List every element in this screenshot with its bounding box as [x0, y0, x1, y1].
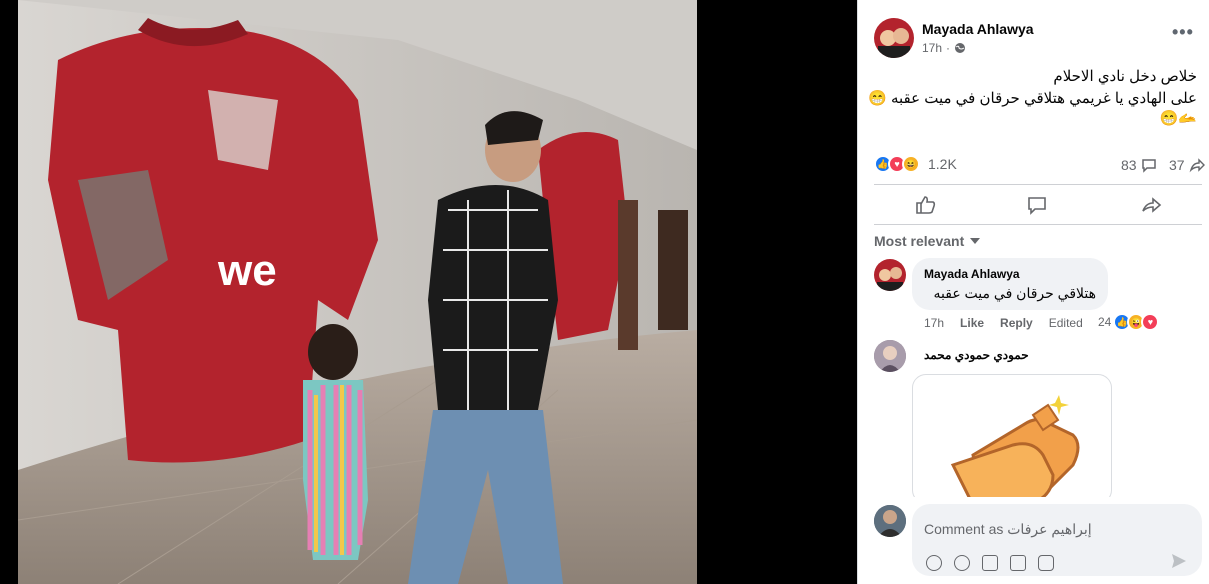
composer-tools: [926, 555, 1054, 571]
author-avatar[interactable]: [874, 18, 914, 58]
share-arrow-icon: [1189, 158, 1205, 173]
comment-reaction-count: 24: [1098, 315, 1112, 329]
comment-reply-button[interactable]: Reply: [1000, 316, 1033, 330]
comment-author[interactable]: حمودي حمودي محمد: [924, 348, 1029, 362]
comment-composer: Comment as إبراهيم عرفات: [858, 497, 1209, 584]
comment-reactions[interactable]: 24 👍 😜 ♥: [1098, 313, 1160, 331]
svg-text:we: we: [217, 246, 277, 295]
comment-button[interactable]: [1026, 195, 1050, 215]
post-text-line2-body: على الهادي يا غريمي هتلاقي حرقان في ميت …: [890, 90, 1197, 107]
commenter-avatar[interactable]: [874, 340, 906, 372]
emoji-icon[interactable]: [954, 555, 970, 571]
send-icon[interactable]: [1170, 552, 1188, 570]
like-button[interactable]: [915, 195, 939, 215]
comment-sort-dropdown[interactable]: Most relevant: [874, 233, 981, 249]
globe-icon: [955, 43, 966, 53]
grin-emoji: 😁: [868, 90, 887, 107]
clapping-hands-sticker[interactable]: [912, 374, 1112, 504]
commenter-avatar[interactable]: [874, 259, 906, 291]
post-side-panel: Mayada Ahlawya 17h · ••• خلاص دخل نادي ا…: [857, 0, 1209, 584]
current-user-avatar[interactable]: [874, 505, 906, 537]
post-text-line1: خلاص دخل نادي الاحلام: [1053, 68, 1197, 85]
gif-icon[interactable]: [1010, 555, 1026, 571]
reaction-count: 1.2K: [928, 156, 957, 172]
share-button[interactable]: [1140, 195, 1164, 215]
comment-input[interactable]: Comment as إبراهيم عرفات: [912, 504, 1202, 576]
caret-down-icon: [970, 238, 981, 244]
comment-text: هتلاقي حرقان في ميت عقبه: [933, 285, 1097, 301]
divider: [874, 224, 1202, 225]
photo-viewer: we: [0, 0, 857, 584]
share-icon: [1142, 197, 1162, 213]
post-time[interactable]: 17h: [922, 41, 942, 55]
post-author-name[interactable]: Mayada Ahlawya: [922, 21, 1034, 37]
comment-count: 83: [1121, 157, 1137, 173]
comment-edited-label[interactable]: Edited: [1049, 316, 1083, 330]
sticker-icon[interactable]: [1038, 555, 1054, 571]
post-photo[interactable]: we: [18, 0, 697, 584]
reaction-summary[interactable]: 👍 ♥ 😆 1.2K: [874, 155, 957, 173]
comment-like-button[interactable]: Like: [960, 316, 984, 330]
post-text-line2: على الهادي يا غريمي هتلاقي حرقان في ميت …: [867, 88, 1197, 109]
divider: [874, 184, 1202, 185]
comment-actions: 17h Like Reply Edited: [924, 316, 1083, 330]
comment-bubble-icon: [1141, 159, 1156, 173]
post-text-line3: 🫴😁: [1159, 110, 1197, 127]
thumbs-up-icon: [916, 196, 936, 214]
love-reaction-icon: ♥: [1141, 313, 1160, 331]
comment-author[interactable]: Mayada Ahlawya: [924, 267, 1020, 281]
camera-icon[interactable]: [982, 555, 998, 571]
share-count: 37: [1169, 157, 1185, 173]
haha-reaction-icon: 😆: [902, 155, 920, 173]
comment-placeholder: Comment as إبراهيم عرفات: [924, 521, 1092, 537]
post-meta: 17h ·: [922, 41, 966, 55]
comment-stat[interactable]: 83: [1121, 157, 1157, 173]
sort-label: Most relevant: [874, 233, 965, 249]
comment-time[interactable]: 17h: [924, 316, 944, 330]
comment-icon: [1028, 197, 1046, 215]
avatar-sticker-icon[interactable]: [926, 555, 942, 571]
comment-bubble: Mayada Ahlawya هتلاقي حرقان في ميت عقبه: [912, 258, 1108, 310]
share-stat[interactable]: 37: [1169, 157, 1205, 173]
more-options-icon[interactable]: •••: [1172, 22, 1194, 43]
